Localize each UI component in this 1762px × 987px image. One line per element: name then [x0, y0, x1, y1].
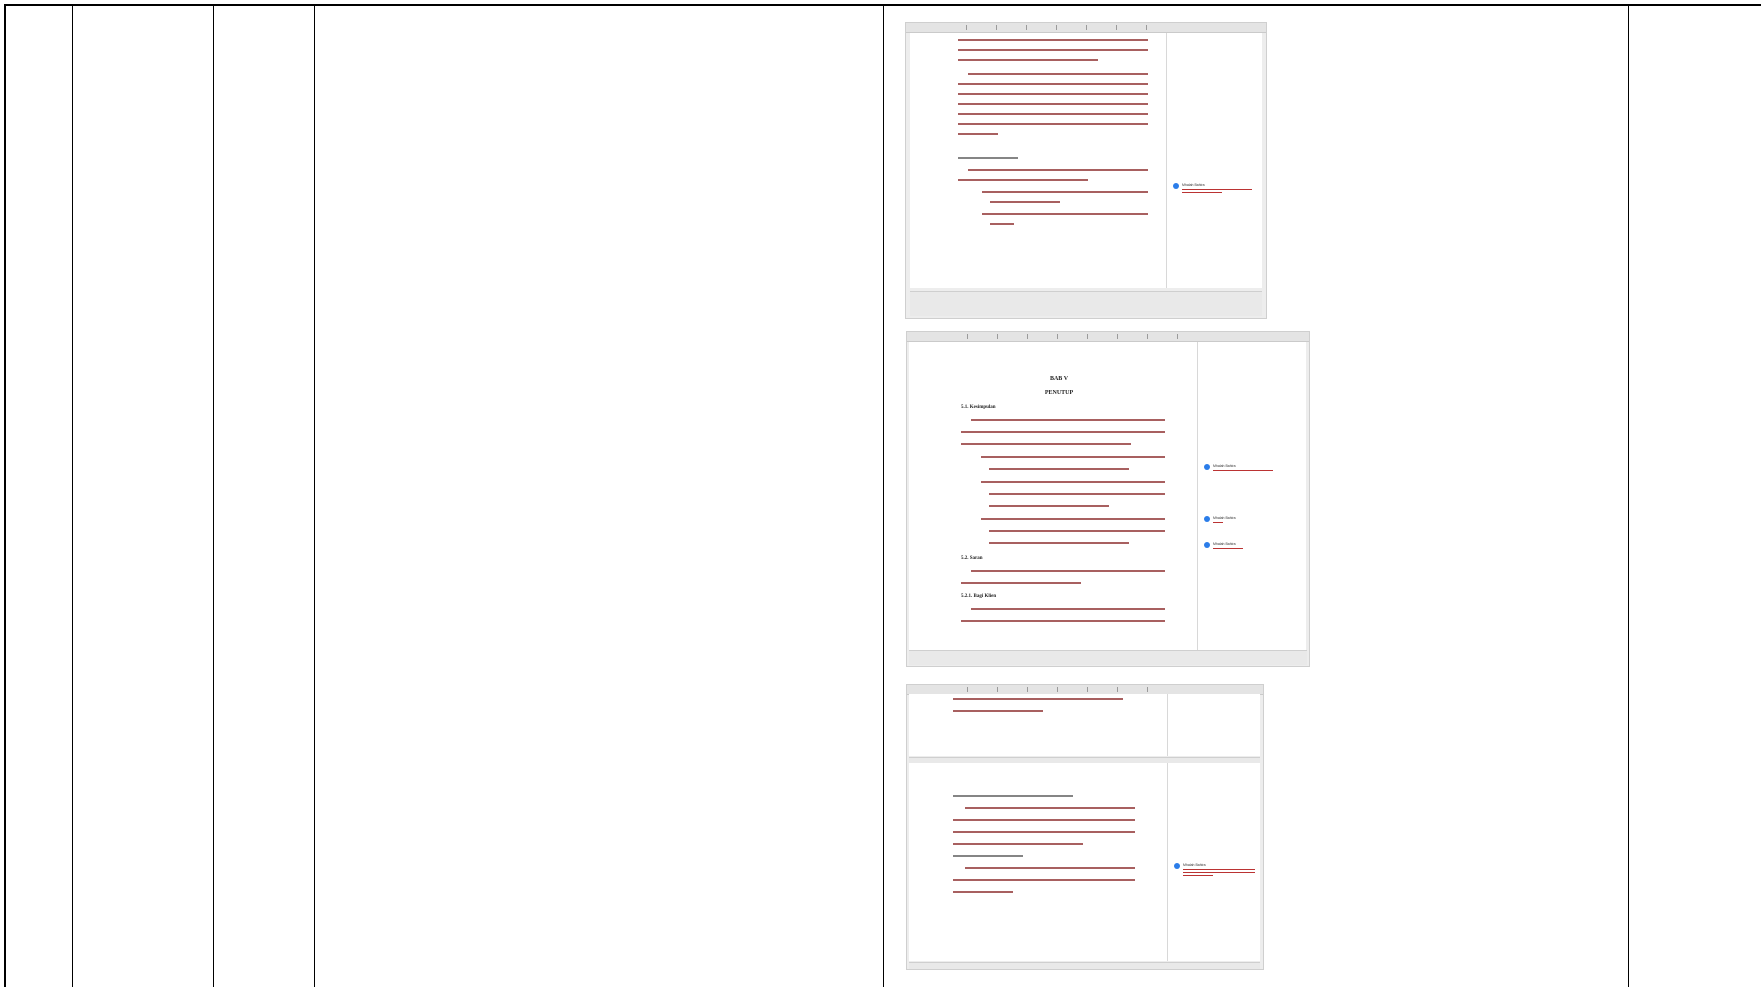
user-avatar-icon — [1204, 464, 1210, 470]
document-screenshot-3: Mhalah Bahira — [906, 684, 1264, 970]
ruler — [907, 332, 1309, 342]
chapter-title: PENUTUP — [1044, 390, 1074, 396]
document-page — [909, 763, 1168, 961]
document-screenshot-2: BAB V PENUTUP 5.1. Kesimpulan 5.2. Saran… — [906, 331, 1310, 667]
user-avatar-icon — [1173, 183, 1179, 189]
ruler — [906, 23, 1266, 33]
subsection-heading: 5.2.1. Bagi Klien — [961, 594, 997, 599]
document-page — [909, 694, 1168, 756]
comment-pane — [1168, 694, 1260, 756]
comment-author: Mhalah Bahira — [1182, 183, 1205, 187]
page-gap — [909, 650, 1307, 665]
comment-pane: Mhalah Bahira — [1168, 763, 1260, 961]
comment-pane: Mhalah Bahira Mhalah Bahira Mhalah Bahir… — [1198, 342, 1306, 656]
page-gap — [909, 962, 1260, 969]
user-avatar-icon — [1204, 516, 1210, 522]
section-heading: 5.1. Kesimpulan — [961, 405, 996, 410]
column-divider — [1628, 4, 1629, 987]
document-screenshot-1: Mhalah Bahira — [905, 22, 1267, 319]
comment-author: Mhalah Bahira — [1213, 516, 1236, 520]
page-gap — [910, 291, 1262, 316]
user-avatar-icon — [1174, 863, 1180, 869]
comment-author: Mhalah Bahira — [1213, 542, 1236, 546]
column-divider — [213, 4, 214, 987]
comment-author: Mhalah Bahira — [1213, 464, 1236, 468]
section-heading: 5.2. Saran — [961, 556, 983, 561]
document-page: BAB V PENUTUP 5.1. Kesimpulan 5.2. Saran… — [909, 342, 1198, 656]
chapter-number: BAB V — [1049, 376, 1069, 382]
comment-author: Mhalah Bahira — [1183, 863, 1206, 867]
comment-pane: Mhalah Bahira — [1167, 33, 1262, 288]
column-divider — [72, 4, 73, 987]
user-avatar-icon — [1204, 542, 1210, 548]
document-page — [910, 33, 1167, 288]
column-divider — [883, 4, 884, 987]
column-divider — [314, 4, 315, 987]
